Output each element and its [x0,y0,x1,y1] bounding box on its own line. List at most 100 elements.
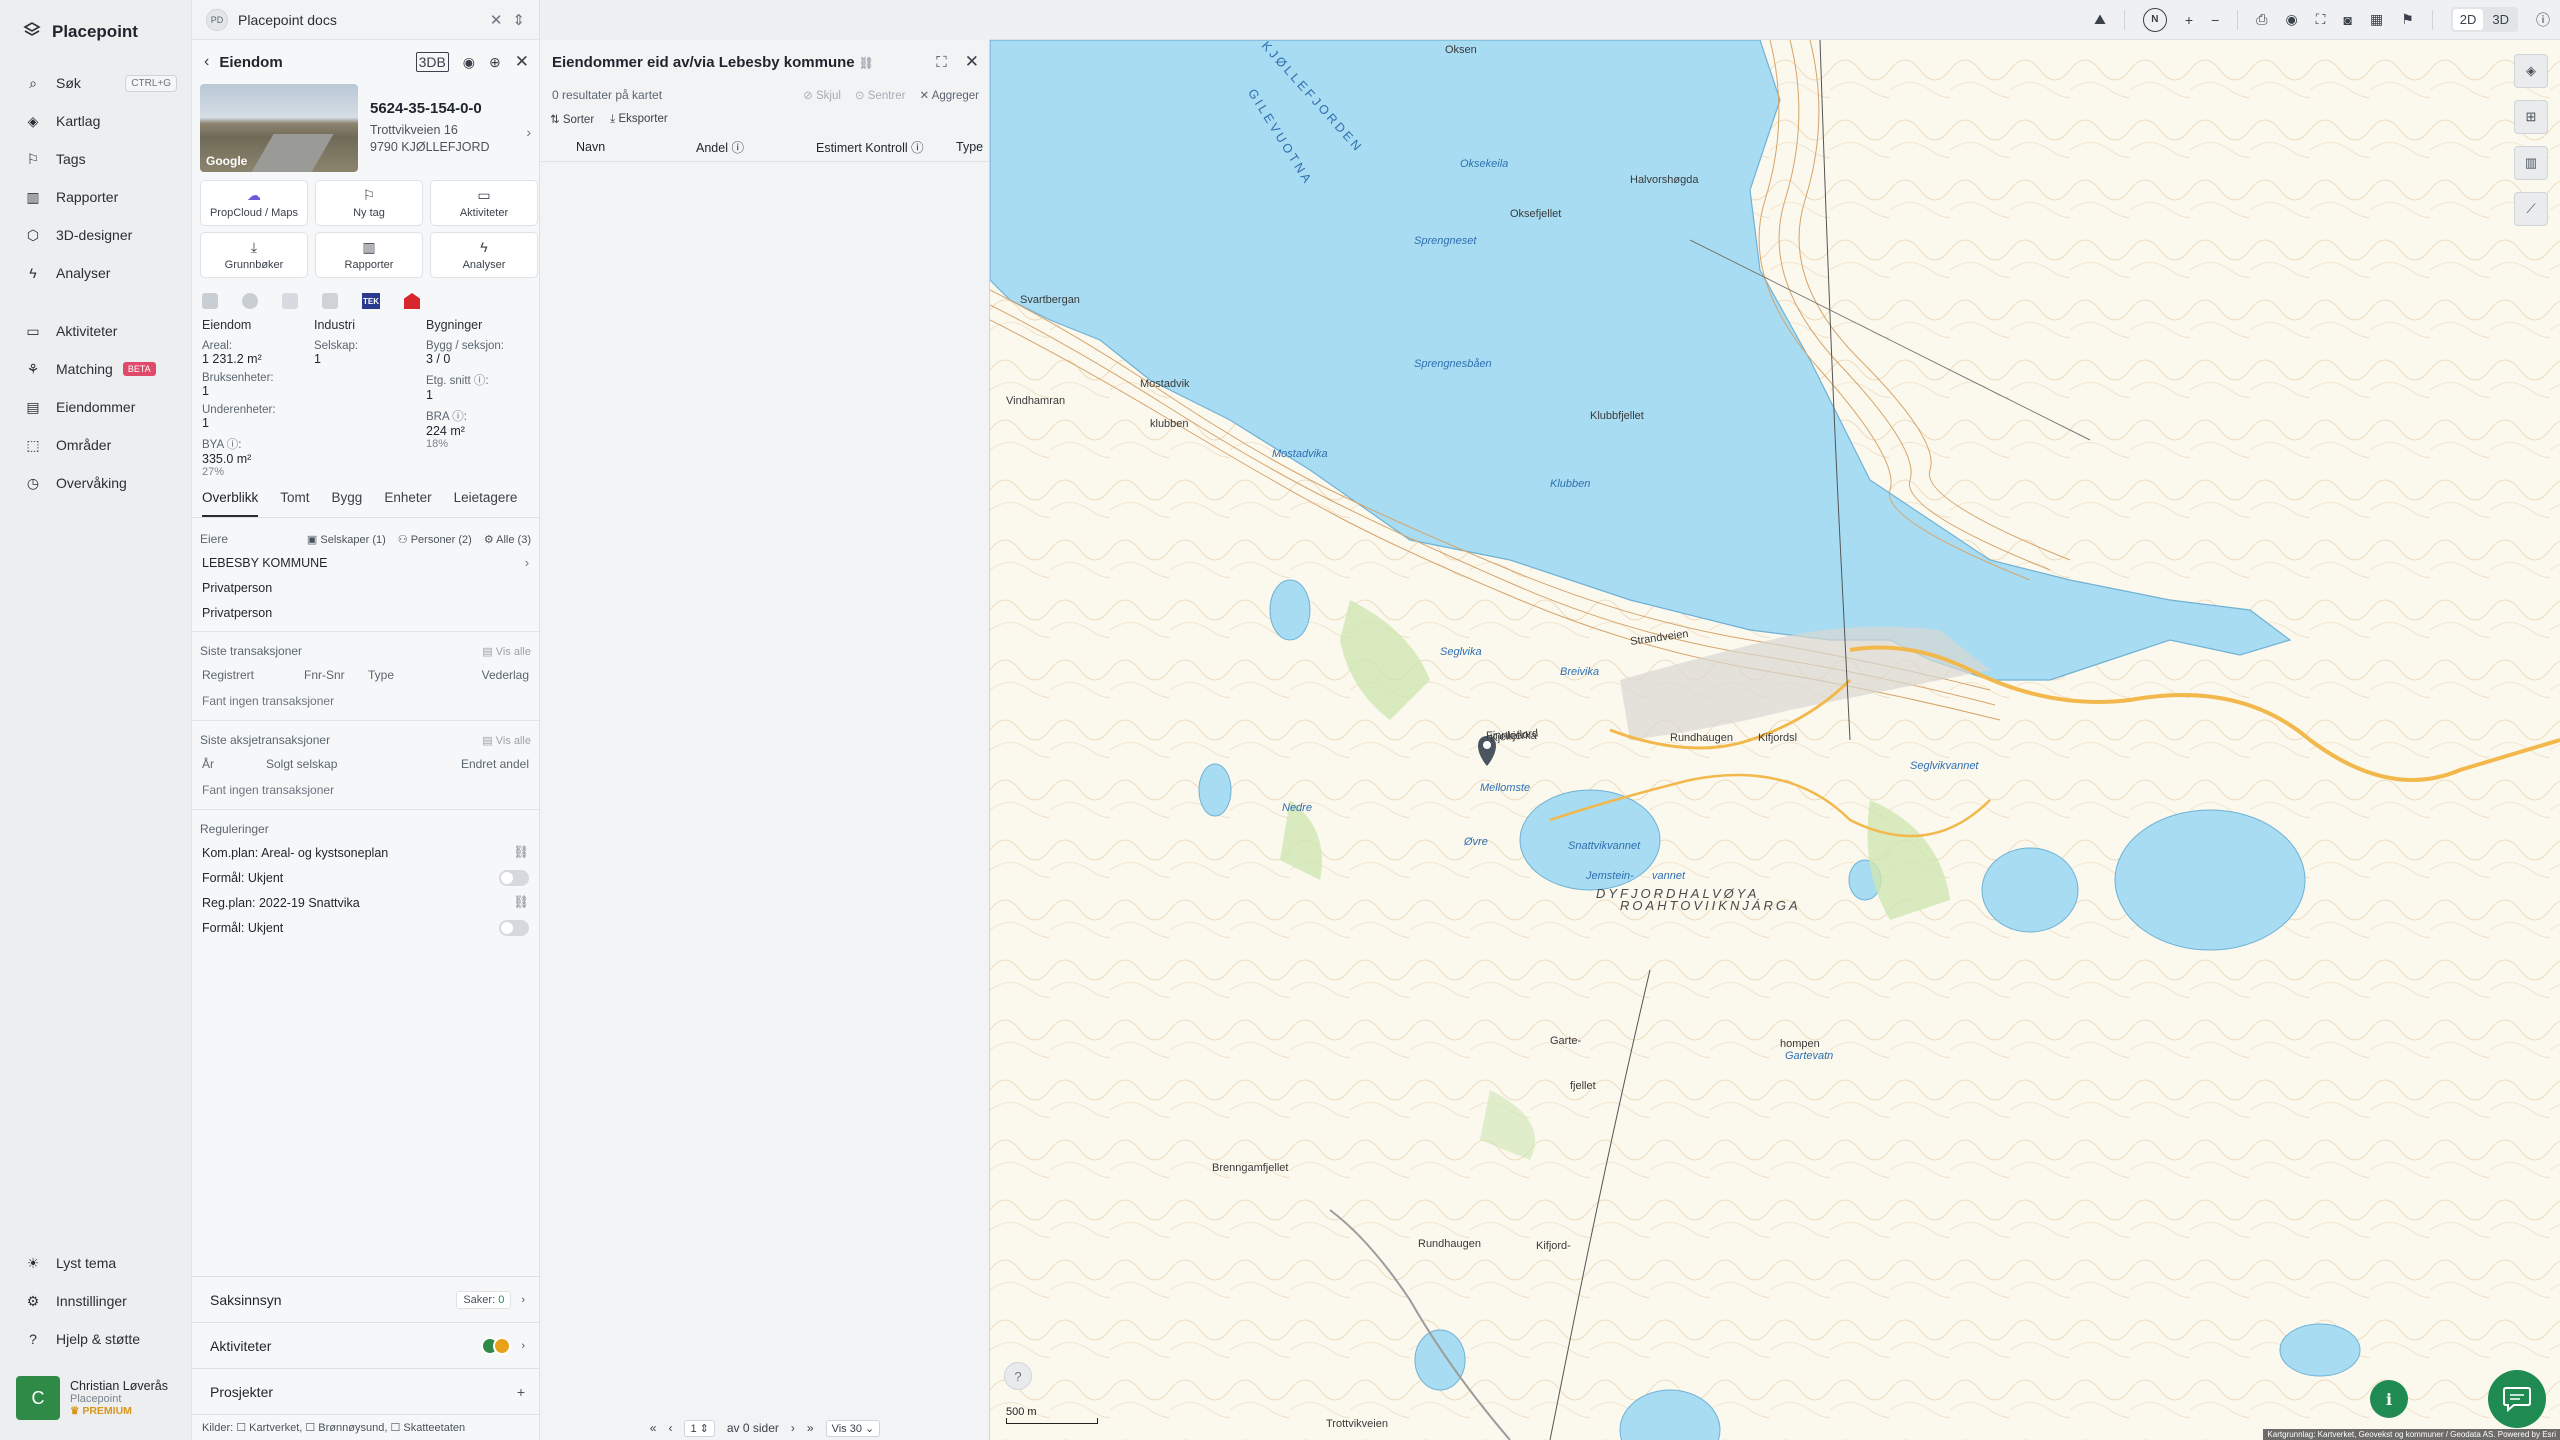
first-page-icon[interactable]: « [650,1421,657,1435]
action-grunnbøker[interactable]: ⤓ Grunnbøker [200,232,308,278]
owners-filter-persons[interactable]: ⚇ Personer (2) [398,533,472,546]
nav-item-søk[interactable]: ⌕ Søk CTRL+G [0,64,191,102]
source-br-icon[interactable] [202,293,218,309]
source-plant-icon[interactable] [282,293,298,309]
add-icon[interactable]: ⊕ [489,54,501,71]
link-icon[interactable]: ⛓ [859,56,874,70]
tab-leietagere[interactable]: Leietagere [454,490,518,517]
zoom-in-icon[interactable]: + [2185,12,2193,28]
compass-icon[interactable]: N [2142,7,2167,32]
next-page-icon[interactable]: › [791,1421,795,1435]
tab-tomt[interactable]: Tomt [280,490,309,517]
owners-filter-all[interactable]: ⚙ Alle (3) [484,533,531,546]
nav-item-hjelp-støtte[interactable]: ? Hjelp & støtte [0,1320,191,1358]
source-tek-icon[interactable]: TEK [362,293,380,309]
back-icon[interactable]: ‹ [204,53,209,71]
nav-item-matching[interactable]: ⚘ Matching BETA [0,350,191,388]
eye-icon[interactable]: ◉ [2285,11,2297,28]
fullscreen-icon[interactable]: ⛶ [936,54,947,71]
zoom-out-icon[interactable]: − [2211,12,2219,28]
nav-item-kartlag[interactable]: ◈ Kartlag [0,102,191,140]
link-icon[interactable]: ⛓ [513,895,529,910]
close-icon[interactable]: ✕ [965,52,979,72]
eye-icon[interactable]: ◉ [463,54,475,71]
add-project-icon[interactable]: + [517,1384,525,1400]
prev-page-icon[interactable]: ‹ [668,1421,672,1435]
aktiviteter-section[interactable]: Aktiviteter › [192,1322,539,1368]
tab-enheter[interactable]: Enheter [384,490,431,517]
nav-item-innstillinger[interactable]: ⚙ Innstillinger [0,1282,191,1320]
link-icon[interactable]: ⛓ [513,845,529,860]
workspace-tab[interactable]: PD Placepoint docs ✕ ⇕ [192,0,539,40]
mode-3d-button[interactable]: 3D [2485,9,2516,30]
close-icon[interactable]: ✕ [515,52,529,72]
chat-button[interactable] [2488,1370,2546,1428]
bookmark-icon[interactable]: ⚑ [2401,11,2414,28]
fullscreen-icon[interactable]: ⛶ [2316,11,2326,28]
last-page-icon[interactable]: » [807,1421,814,1435]
nav-item-tags[interactable]: ⚐ Tags [0,140,191,178]
col-estimert-kontroll[interactable]: Estimert Kontroll ⓘ [816,137,956,156]
info-button[interactable]: i [2370,1380,2408,1418]
nav-item-aktiviteter[interactable]: ▭ Aktiviteter [0,312,191,350]
info-icon[interactable]: ⓘ [2536,10,2550,30]
measure-icon[interactable]: ⊞ [2514,100,2548,134]
regulation-toggle[interactable] [499,869,529,886]
help-icon[interactable]: ? [1004,1362,1032,1390]
nav-item-lyst-tema[interactable]: ☀ Lyst tema [0,1244,191,1282]
mode-2d-button[interactable]: 2D [2452,9,2484,30]
action-ny-tag[interactable]: ⚐ Ny tag [315,180,423,226]
property-card[interactable]: Google 5624-35-154-0-0 Trottvikveien 16 … [192,84,539,174]
bolt-icon: ϟ [480,239,488,255]
source-home-icon[interactable] [404,293,420,309]
brand[interactable]: Placepoint [0,0,191,64]
nav-item-3d-designer[interactable]: ⬡ 3D-designer [0,216,191,254]
page-input[interactable]: 1 ⇕ [684,1419,715,1437]
grid-icon[interactable]: ▦ [2370,11,2383,28]
chevron-right-icon[interactable]: › [526,124,531,140]
camera-icon[interactable]: ◙ [2343,12,2351,28]
col-vederlag: Vederlag [481,668,529,682]
action-rapporter[interactable]: ▥ Rapporter [315,232,423,278]
regulation-row[interactable]: Reg.plan: 2022-19 Snattvika ⛓ [192,890,539,915]
col-andel[interactable]: Andel ⓘ [696,137,816,156]
share-transactions-show-all[interactable]: ▤ Vis alle [482,734,531,747]
per-page-select[interactable]: Vis 30 ⌄ [825,1419,881,1437]
col-navn[interactable]: Navn [576,140,696,154]
action-analyser[interactable]: ϟ Analyser [430,232,538,278]
transactions-show-all[interactable]: ▤ Vis alle [482,645,531,658]
nav-item-områder[interactable]: ⬚ Områder [0,426,191,464]
close-tab-icon[interactable]: ✕ [490,11,503,29]
tab-overblikk[interactable]: Overblikk [202,490,259,517]
layers-icon[interactable]: ◈ [2514,54,2548,88]
nav-item-overvåking[interactable]: ◷ Overvåking [0,464,191,502]
saksinnsyn-section[interactable]: Saksinnsyn Saker: 0 › [192,1276,539,1322]
regulation-row[interactable]: Kom.plan: Areal- og kystsoneplan ⛓ [192,840,539,865]
regulation-toggle[interactable] [499,919,529,936]
tab-bygg[interactable]: Bygg [332,490,363,517]
owner-row[interactable]: LEBESBY KOMMUNE › [192,550,539,575]
action-propcloud-maps[interactable]: ☁ PropCloud / Maps [200,180,308,226]
street-view-thumbnail[interactable]: Google [200,84,358,172]
prosjekter-section[interactable]: Prosjekter + [192,1368,539,1414]
source-bars-icon[interactable] [322,293,338,309]
sort-button[interactable]: ⇅ Sorter [550,112,594,126]
terrain-profile-icon[interactable]: ⟋ [2514,192,2548,226]
map-canvas[interactable]: Oksen KJØLLEFJORDEN GILEVUOTNA Oksekeila Oks… [990,40,2560,1440]
layers-3d-icon[interactable]: ⛰ [2094,11,2106,28]
print-icon[interactable]: ⎙ [2256,11,2267,28]
user-card[interactable]: C Christian Løverås Placepoint ♛ PREMIUM [16,1368,179,1428]
statistics-icon[interactable]: ▥ [2514,146,2548,180]
nav-item-rapporter[interactable]: ▥ Rapporter [0,178,191,216]
hide-button[interactable]: ⊘ Skjul [803,88,841,102]
nav-item-eiendommer[interactable]: ▤ Eiendommer [0,388,191,426]
source-globe-icon[interactable] [242,293,258,309]
aggregate-button[interactable]: ✕ Aggreger [919,88,979,102]
export-button[interactable]: ⤓ Eksporter [610,113,668,126]
expand-collapse-icon[interactable]: ⇕ [512,11,525,29]
3d-building-icon[interactable]: 3DB [415,52,449,72]
nav-item-analyser[interactable]: ϟ Analyser [0,254,191,292]
owners-filter-companies[interactable]: ▣ Selskaper (1) [307,533,386,546]
center-button[interactable]: ⊙ Sentrer [855,88,906,102]
action-aktiviteter[interactable]: ▭ Aktiviteter [430,180,538,226]
